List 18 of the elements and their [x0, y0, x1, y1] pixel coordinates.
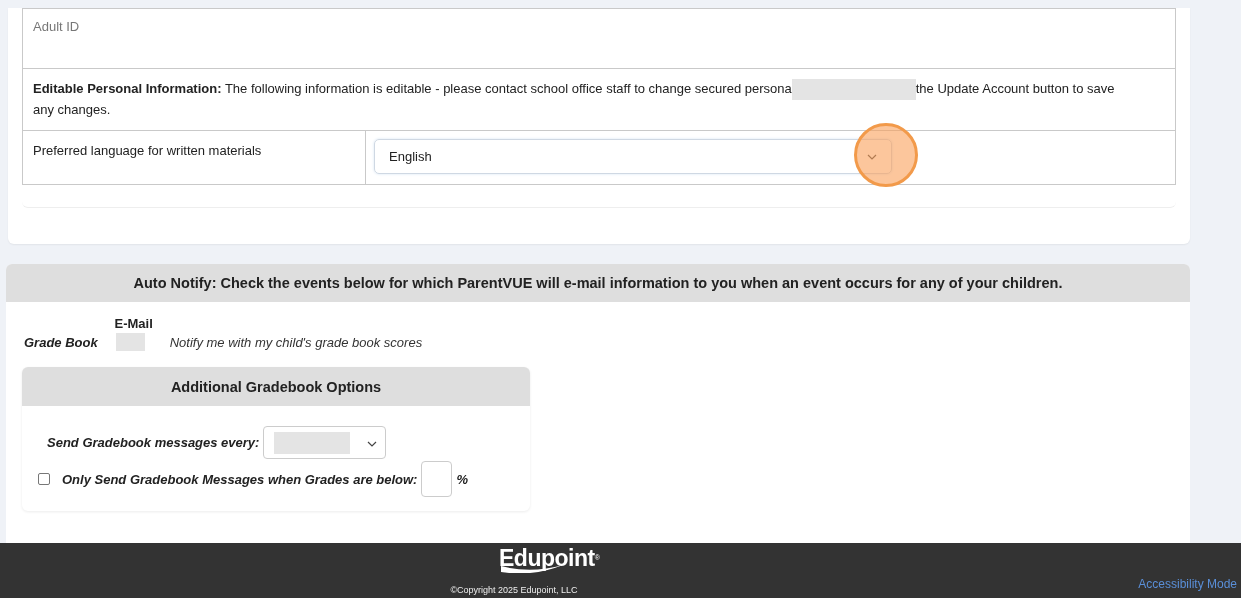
percent-input[interactable]: [421, 461, 453, 498]
editable-info-note: Editable Personal Information: The following information is editable - please contact school office staff to change secured persona the Update Account button to save any changes.: [33, 79, 1116, 120]
section-header: Auto Notify: Check the events below for which ParentVUE will e-mail information to you when an event occurs for any of your children.: [6, 264, 1190, 303]
threshold-checkbox[interactable]: [38, 473, 50, 486]
event-description: Notify me with my child's grade book scores: [169, 334, 423, 350]
field-label: Adult ID: [33, 19, 80, 34]
copyright-text: ©Copyright 2025 Edupoint, LLC: [449, 585, 579, 596]
language-select[interactable]: English: [374, 139, 892, 175]
card-header: Additional Gradebook Options: [22, 367, 530, 407]
checkbox-label: Only Send Gradebook Messages when Grades are below:: [62, 471, 418, 487]
frequency-select[interactable]: [263, 426, 387, 460]
accessibility-mode-link[interactable]: Accessibility Mode: [1138, 577, 1237, 592]
event-label: Grade Book: [24, 334, 98, 350]
column-heading: E-Mail: [113, 316, 154, 332]
field-label: Preferred language for written materials: [33, 143, 262, 159]
caret-icon: [867, 153, 877, 160]
field-label: Send Gradebook messages every:: [47, 435, 260, 451]
percent-sign: %: [456, 471, 468, 487]
